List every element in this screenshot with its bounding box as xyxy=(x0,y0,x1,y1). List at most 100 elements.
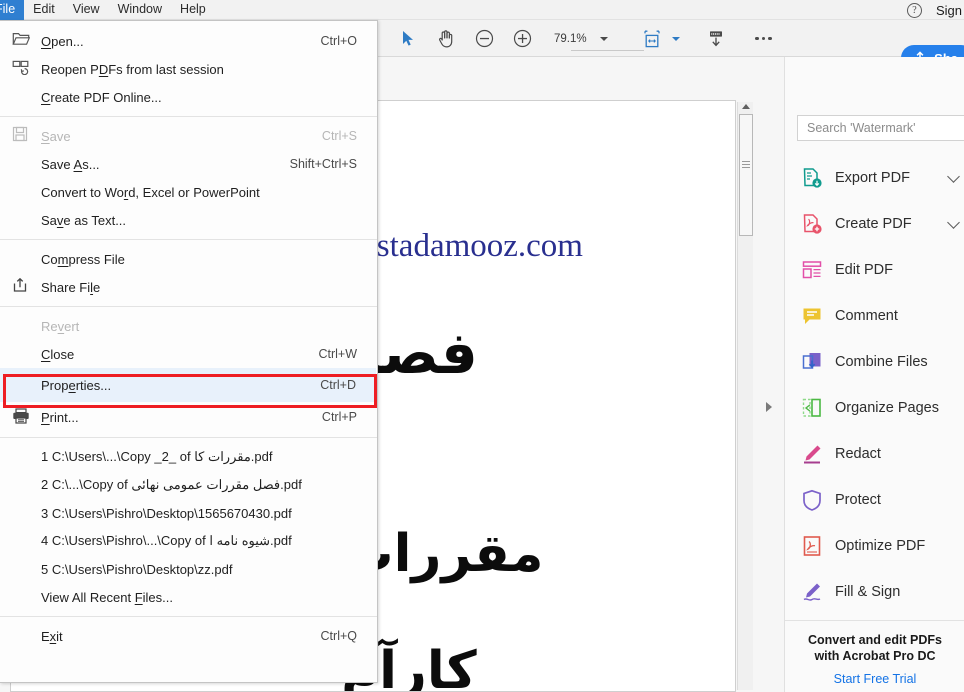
search-placeholder: Search 'Watermark' xyxy=(807,121,916,135)
recent-file-5-label: 5 C:\Users\Pishro\Desktop\zz.pdf xyxy=(41,561,233,577)
zoom-in-icon[interactable] xyxy=(510,27,534,51)
file-menu-item-properties[interactable]: Properties... Ctrl+D xyxy=(0,368,377,402)
tool-redact-label: Redact xyxy=(835,446,881,462)
scrollbar-grip-icon xyxy=(742,161,750,168)
tool-protect[interactable]: Protect xyxy=(785,477,964,523)
export-pdf-icon xyxy=(801,167,823,189)
menu-separator xyxy=(0,616,377,617)
menu-edit[interactable]: Edit xyxy=(24,0,64,20)
vertical-scrollbar[interactable] xyxy=(737,102,753,690)
reopen-icon xyxy=(12,59,30,77)
file-menu-item-open[interactable]: Open... Ctrl+O xyxy=(0,27,377,55)
top-right-group: ? Sign xyxy=(906,0,964,20)
tool-optimize-pdf[interactable]: Optimize PDF xyxy=(785,523,964,569)
menu-help[interactable]: Help xyxy=(171,0,215,20)
fit-page-icon[interactable] xyxy=(640,27,664,51)
promo-line-2: with Acrobat Pro DC xyxy=(814,649,936,663)
comment-icon xyxy=(801,305,823,327)
more-ellipsis-icon[interactable] xyxy=(752,27,776,51)
recent-file-2[interactable]: 2 C:\...\Copy of فصل مقررات عمومی نهائی.… xyxy=(0,471,377,499)
recent-file-3[interactable]: 3 C:\Users\Pishro\Desktop\1565670430.pdf xyxy=(0,499,377,527)
file-menu-item-view-all-recent[interactable]: View All Recent Files... xyxy=(0,583,377,611)
menu-file[interactable]: File xyxy=(0,0,25,20)
chevron-down-icon[interactable] xyxy=(599,36,608,41)
start-free-trial-link[interactable]: Start Free Trial xyxy=(785,672,964,686)
file-menu-item-exit-label: Exit xyxy=(41,628,63,644)
tool-redact[interactable]: Redact xyxy=(785,431,964,477)
recent-file-2-label: 2 C:\...\Copy of فصل مقررات عمومی نهائی.… xyxy=(41,477,302,492)
menu-edit-label: Edit xyxy=(33,1,55,16)
tool-combine-files-label: Combine Files xyxy=(835,354,928,370)
zoom-level-value: 79.1% xyxy=(554,32,587,45)
file-menu-item-save-as[interactable]: Save As... Shift+Ctrl+S xyxy=(0,150,377,178)
scroll-up-arrow-icon[interactable] xyxy=(742,104,750,109)
download-icon[interactable] xyxy=(704,27,728,51)
redact-icon xyxy=(801,443,823,465)
tool-organize-pages[interactable]: Organize Pages xyxy=(785,385,964,431)
fit-page-chevron-icon[interactable] xyxy=(671,36,680,41)
tool-comment[interactable]: Comment xyxy=(785,293,964,339)
search-input[interactable]: Search 'Watermark' xyxy=(797,115,964,141)
share-box-icon xyxy=(12,277,30,295)
combine-files-icon xyxy=(801,351,823,373)
file-menu-item-print-shortcut: Ctrl+P xyxy=(321,410,357,424)
tool-edit-pdf-label: Edit PDF xyxy=(835,262,894,278)
tool-optimize-pdf-label: Optimize PDF xyxy=(835,538,926,554)
file-menu-item-print-label: Print... xyxy=(41,409,79,425)
tool-organize-pages-label: Organize Pages xyxy=(835,400,939,416)
recent-file-3-label: 3 C:\Users\Pishro\Desktop\1565670430.pdf xyxy=(41,505,292,521)
create-pdf-icon xyxy=(801,213,823,235)
menu-separator xyxy=(0,306,377,307)
file-menu-item-exit[interactable]: Exit Ctrl+Q xyxy=(0,622,377,650)
help-circle-icon[interactable]: ? xyxy=(906,2,922,18)
file-menu-dropdown: Open... Ctrl+O Reopen PDFs from last ses… xyxy=(0,20,378,683)
hand-tool-icon[interactable] xyxy=(434,27,458,51)
chevron-down-icon[interactable] xyxy=(947,169,960,183)
file-menu-item-convert[interactable]: Convert to Word, Excel or PowerPoint xyxy=(0,178,377,206)
cursor-arrow-icon[interactable] xyxy=(396,27,420,51)
file-menu-item-reopen-label: Reopen PDFs from last session xyxy=(41,61,224,77)
expand-panel-arrow-icon[interactable] xyxy=(766,402,772,412)
edit-pdf-icon xyxy=(801,259,823,281)
recent-file-4[interactable]: 4 C:\Users\Pishro\...\Copy of شیوه نامه … xyxy=(0,527,377,555)
menu-view[interactable]: View xyxy=(64,0,109,20)
file-menu-item-save-shortcut: Ctrl+S xyxy=(321,129,357,143)
recent-file-5[interactable]: 5 C:\Users\Pishro\Desktop\zz.pdf xyxy=(0,555,377,583)
file-menu-item-close[interactable]: Close Ctrl+W xyxy=(0,340,377,368)
chevron-down-icon[interactable] xyxy=(947,215,960,229)
tool-export-pdf[interactable]: Export PDF xyxy=(785,155,964,201)
file-menu-item-save-as-text[interactable]: Save as Text... xyxy=(0,206,377,234)
organize-pages-icon xyxy=(801,397,823,419)
menu-window-label: Window xyxy=(117,1,163,16)
recent-file-1[interactable]: 1 C:\Users\...\Copy _2_ of مقررات کا.pdf xyxy=(0,443,377,471)
menu-window[interactable]: Window xyxy=(109,0,171,20)
file-menu-item-reopen[interactable]: Reopen PDFs from last session xyxy=(0,55,377,83)
menu-help-label: Help xyxy=(180,1,206,16)
file-menu-item-revert: Revert xyxy=(0,312,377,340)
tool-create-pdf-label: Create PDF xyxy=(835,216,912,232)
tool-protect-label: Protect xyxy=(835,492,881,508)
file-menu-item-save-as-text-label: Save as Text... xyxy=(41,212,127,228)
tool-fill-sign[interactable]: Fill & Sign xyxy=(785,569,964,615)
file-menu-item-compress[interactable]: Compress File xyxy=(0,245,377,273)
file-menu-item-save-label: Save xyxy=(41,128,71,144)
zoom-level-control[interactable]: 79.1% xyxy=(554,33,608,45)
tool-combine-files[interactable]: Combine Files xyxy=(785,339,964,385)
tool-edit-pdf[interactable]: Edit PDF xyxy=(785,247,964,293)
file-menu-item-create-pdf-online-label: Create PDF Online... xyxy=(41,89,162,105)
file-menu-item-convert-label: Convert to Word, Excel or PowerPoint xyxy=(41,184,260,200)
menu-file-label: File xyxy=(0,1,16,16)
printer-icon xyxy=(12,408,30,426)
recent-file-1-label: 1 C:\Users\...\Copy _2_ of مقررات کا.pdf xyxy=(41,449,273,464)
sign-in-button[interactable]: Sign xyxy=(936,3,962,18)
file-menu-item-print[interactable]: Print... Ctrl+P xyxy=(0,402,377,432)
tool-comment-label: Comment xyxy=(835,308,898,324)
tool-create-pdf[interactable]: Create PDF xyxy=(785,201,964,247)
menu-view-label: View xyxy=(72,1,100,16)
file-menu-item-save-as-shortcut: Shift+Ctrl+S xyxy=(289,157,357,171)
scrollbar-thumb[interactable] xyxy=(739,114,753,236)
file-menu-item-share-file[interactable]: Share File xyxy=(0,273,377,301)
fill-sign-icon xyxy=(801,581,823,603)
zoom-out-icon[interactable] xyxy=(472,27,496,51)
file-menu-item-create-pdf-online[interactable]: Create PDF Online... xyxy=(0,83,377,111)
